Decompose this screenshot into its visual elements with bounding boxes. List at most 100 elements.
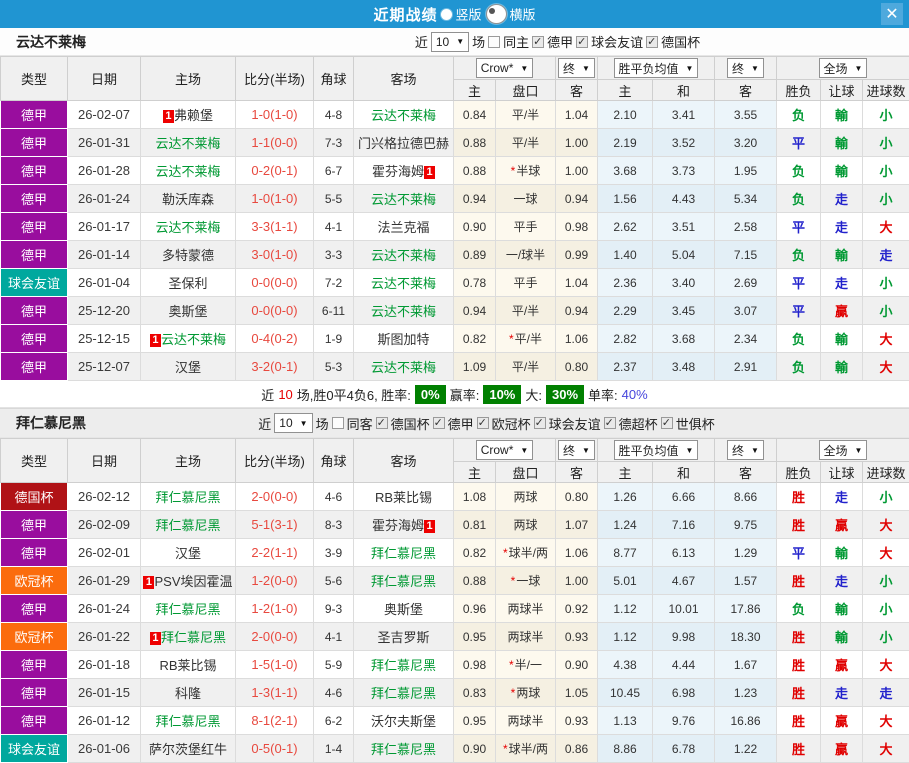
odds-home: 0.90 (454, 213, 496, 241)
home-team: 拜仁慕尼黑 (141, 595, 236, 623)
close-button[interactable]: ✕ (881, 3, 903, 25)
result-handicap: 輸 (821, 539, 863, 567)
match-date: 26-01-06 (68, 735, 141, 763)
odds-company-select[interactable]: Crow*▼ (476, 440, 534, 460)
match-score: 2-2(1-1) (236, 539, 314, 567)
same-venue-checkbox[interactable] (488, 36, 500, 48)
radio-layout-horizontal[interactable] (486, 4, 507, 24)
result-wdl: 负 (777, 241, 821, 269)
sub-col-header: 主 (454, 462, 496, 483)
avg-time-select[interactable]: 终▼ (727, 440, 764, 460)
avg-draw: 3.68 (653, 325, 715, 353)
league-filter-checkbox[interactable] (376, 417, 388, 429)
red-card-badge: 1 (424, 520, 435, 533)
chevron-down-icon: ▼ (686, 446, 694, 455)
team-name-text: 拜仁慕尼黑 (371, 686, 436, 701)
avg-time-cell: 终▼ (715, 439, 777, 462)
sub-col-header: 主 (454, 80, 496, 101)
titlebar: 近期战绩 竖版横版 ✕ (0, 0, 909, 28)
period-select[interactable]: 全场▼ (819, 58, 868, 78)
red-card-badge: 1 (424, 166, 435, 179)
handicap-line: 一/球半 (496, 241, 556, 269)
result-wdl: 胜 (777, 623, 821, 651)
home-team: 拜仁慕尼黑 (141, 483, 236, 511)
avg-away: 3.55 (715, 101, 777, 129)
league-filter-checkbox[interactable] (576, 36, 588, 48)
corners: 5-9 (314, 651, 354, 679)
avg-time-select[interactable]: 终▼ (727, 58, 764, 78)
odds-away: 0.92 (556, 595, 598, 623)
team-name-text: 云达不莱梅 (371, 248, 436, 263)
radio-label: 横版 (510, 8, 536, 23)
select-value: Crow* (481, 443, 514, 457)
filters: 近10▼场同主德甲球会友谊德国杯 (415, 32, 700, 52)
corners: 4-1 (314, 213, 354, 241)
asterisk-mark: * (511, 574, 516, 588)
away-team: 拜仁慕尼黑 (354, 539, 454, 567)
same-venue-checkbox[interactable] (332, 417, 344, 429)
league-filter-checkbox[interactable] (433, 417, 445, 429)
odds-time-select[interactable]: 终▼ (558, 58, 595, 78)
avg-draw: 3.41 (653, 101, 715, 129)
avg-away: 18.30 (715, 623, 777, 651)
league-filter-checkbox[interactable] (532, 36, 544, 48)
avg-away: 7.15 (715, 241, 777, 269)
result-handicap: 輸 (821, 101, 863, 129)
match-score: 5-1(3-1) (236, 511, 314, 539)
home-team: 1PSV埃因霍温 (141, 567, 236, 595)
league-filter-checkbox[interactable] (604, 417, 616, 429)
team-name-text: 拜仁慕尼黑 (371, 546, 436, 561)
odds-away: 0.80 (556, 353, 598, 381)
league-badge: 欧冠杯 (1, 567, 68, 595)
match-score: 3-3(1-1) (236, 213, 314, 241)
recent-count-select[interactable]: 10▼ (274, 413, 312, 433)
away-team: 云达不莱梅 (354, 297, 454, 325)
recent-count-select[interactable]: 10▼ (431, 32, 469, 52)
result-wdl: 平 (777, 213, 821, 241)
league-badge: 德甲 (1, 651, 68, 679)
odds-away: 1.00 (556, 129, 598, 157)
team-name-text: 拜仁慕尼黑 (371, 742, 436, 757)
corners: 6-2 (314, 707, 354, 735)
league-filter-checkbox[interactable] (534, 417, 546, 429)
avg-home: 2.62 (598, 213, 653, 241)
match-score: 1-0(1-0) (236, 101, 314, 129)
team-name-text: 云达不莱梅 (155, 136, 220, 151)
odds-company-select[interactable]: Crow*▼ (476, 58, 534, 78)
avg-odds-cell: 胜平负均值▼ (598, 57, 715, 80)
period-cell: 全场▼ (777, 57, 909, 80)
away-team: 法兰克福 (354, 213, 454, 241)
team-name-text: 云达不莱梅 (371, 276, 436, 291)
away-team: 霍芬海姆1 (354, 157, 454, 185)
corners: 6-11 (314, 297, 354, 325)
handicap-line: 平/半 (496, 101, 556, 129)
rate-badge: 30% (546, 385, 584, 404)
result-handicap: 輸 (821, 325, 863, 353)
summary-text: 赢率: (450, 385, 480, 404)
league-filter-checkbox[interactable] (477, 417, 489, 429)
league-filter-checkbox[interactable] (646, 36, 658, 48)
corners: 4-6 (314, 679, 354, 707)
result-handicap: 贏 (821, 511, 863, 539)
select-value: 胜平负均值 (619, 442, 679, 459)
radio-layout-vertical[interactable] (441, 9, 452, 20)
odds-time-select[interactable]: 终▼ (558, 440, 595, 460)
result-handicap: 贏 (821, 735, 863, 763)
red-card-badge: 1 (143, 576, 154, 589)
handicap-line: *球半/两 (496, 735, 556, 763)
team-name-text: 门兴格拉德巴赫 (358, 136, 449, 151)
avg-draw: 9.98 (653, 623, 715, 651)
odds-company-cell: Crow*▼ (454, 439, 556, 462)
league-filter-checkbox[interactable] (661, 417, 673, 429)
league-filter-label: 德国杯 (391, 414, 430, 433)
odds-home: 0.95 (454, 623, 496, 651)
odds-home: 0.83 (454, 679, 496, 707)
sub-col-header: 客 (715, 462, 777, 483)
avg-odds-select[interactable]: 胜平负均值 ▼ (614, 440, 699, 460)
avg-odds-select[interactable]: 胜平负均值▼ (614, 58, 699, 78)
handicap-line: 平/半 (496, 129, 556, 157)
sub-col-header: 进球数 (863, 462, 909, 483)
sub-col-header: 客 (556, 80, 598, 101)
sub-col-header: 主 (598, 80, 653, 101)
period-select[interactable]: 全场▼ (819, 440, 868, 460)
